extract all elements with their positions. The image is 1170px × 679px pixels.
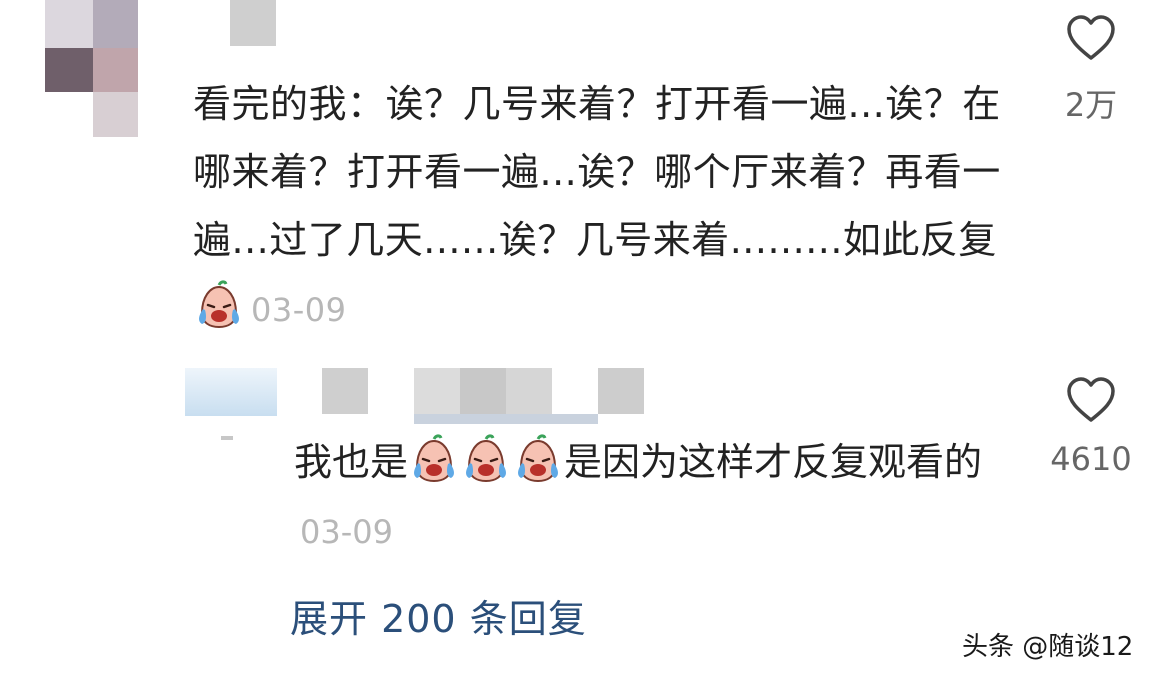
heart-icon[interactable] (1065, 14, 1117, 62)
reply-date: 03-09 (300, 513, 393, 551)
comment-like-area[interactable]: 2万 (1055, 14, 1127, 126)
reply-text-end: 是因为这样才反复观看的 (564, 440, 983, 484)
comment-date: 03-09 (251, 291, 347, 329)
crying-face-emoji-icon (518, 434, 558, 483)
comment-like-count: 2万 (1064, 86, 1118, 124)
comment-body: 看完的我：诶？几号来着？打开看一遍...诶？在哪来着？打开看一遍...诶？哪个厅… (193, 82, 1001, 262)
reply-like-count: 4610 (1050, 440, 1132, 478)
expand-replies-link[interactable]: 展开 200 条回复 (290, 588, 587, 643)
crying-face-emoji-icon (414, 434, 454, 483)
crying-face-emoji-icon (199, 280, 239, 329)
watermark: 头条 @随谈12 (962, 632, 1134, 662)
reply-like-area[interactable]: 4610 (1045, 376, 1137, 478)
reply-text: 我也是 是因为这样才反复观看的 03-09 (294, 428, 994, 566)
reply-text-start: 我也是 (294, 440, 409, 484)
crying-face-emoji-icon (466, 434, 506, 483)
heart-icon[interactable] (1065, 376, 1117, 424)
comment-text: 看完的我：诶？几号来着？打开看一遍...诶？在哪来着？打开看一遍...诶？哪个厅… (193, 70, 1013, 344)
